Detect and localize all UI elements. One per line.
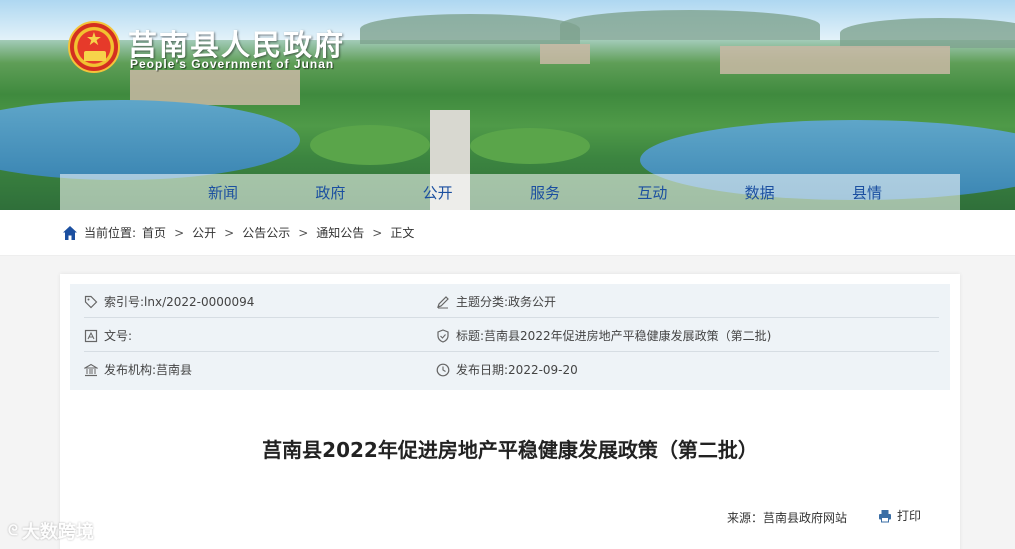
metadata-title: 标题: 莒南县2022年促进房地产平稳健康发展政策（第二批) xyxy=(436,327,771,344)
date-value: 2022-09-20 xyxy=(508,362,578,377)
nav-service[interactable]: 服务 xyxy=(530,182,560,203)
metadata-index: 索引号: lnx/2022-0000094 xyxy=(84,293,254,310)
nav-government[interactable]: 政府 xyxy=(315,182,345,203)
site-subtitle: People's Government of Junan xyxy=(130,57,335,71)
nav-news[interactable]: 新闻 xyxy=(208,182,238,203)
metadata-docno: 文号: xyxy=(84,327,132,344)
breadcrumb-public[interactable]: 公开 xyxy=(192,224,216,241)
date-label: 发布日期: xyxy=(456,363,509,377)
banner-buildings xyxy=(540,44,590,64)
shield-check-icon xyxy=(437,328,449,343)
metadata-table: 索引号: lnx/2022-0000094 主题分类: 政务公开 文号: 标题:… xyxy=(70,284,950,390)
nav-interaction[interactable]: 互动 xyxy=(637,182,667,203)
nav-data[interactable]: 数据 xyxy=(745,182,775,203)
breadcrumb-separator: > xyxy=(298,225,309,240)
index-label: 索引号: xyxy=(104,295,145,309)
index-value: lnx/2022-0000094 xyxy=(144,294,255,309)
watermark-logo-icon: ᘓ xyxy=(8,523,18,539)
metadata-topic: 主题分类: 政务公开 xyxy=(436,293,556,310)
banner-buildings xyxy=(720,46,950,74)
docno-label: 文号: xyxy=(104,329,133,343)
banner-mountain xyxy=(360,14,580,44)
title-value: 莒南县2022年促进房地产平稳健康发展政策（第二批) xyxy=(484,329,772,343)
main-nav: 新闻 政府 公开 服务 互动 数据 县情 xyxy=(60,174,960,210)
banner-island xyxy=(310,125,430,165)
banner-island xyxy=(470,128,590,164)
document-icon xyxy=(84,329,98,342)
clock-icon xyxy=(436,363,450,376)
banner-mountain xyxy=(840,18,1015,48)
article-card: 索引号: lnx/2022-0000094 主题分类: 政务公开 文号: 标题:… xyxy=(60,274,960,549)
pen-icon xyxy=(437,295,449,308)
title-label: 标题: xyxy=(456,329,485,343)
breadcrumb-current: 正文 xyxy=(390,226,415,240)
institution-icon xyxy=(84,363,98,376)
header-banner: ★ 莒南县人民政府 People's Government of Junan 新… xyxy=(0,0,1015,210)
nav-public[interactable]: 公开 xyxy=(423,182,453,203)
print-button[interactable]: 打印 xyxy=(878,507,921,524)
metadata-date: 发布日期: 2022-09-20 xyxy=(436,361,578,378)
banner-buildings xyxy=(130,70,300,105)
breadcrumb-separator: > xyxy=(372,225,383,240)
home-icon xyxy=(63,225,77,240)
banner-mountain xyxy=(560,10,820,40)
gate-icon xyxy=(84,51,106,61)
org-value: 莒南县 xyxy=(156,363,193,377)
nav-county-info[interactable]: 县情 xyxy=(852,182,882,203)
watermark-text: 大数跨境 xyxy=(21,522,94,543)
org-label: 发布机构: xyxy=(104,363,157,377)
metadata-row: 发布机构: 莒南县 发布日期: 2022-09-20 xyxy=(84,352,939,386)
breadcrumb-home[interactable]: 首页 xyxy=(142,224,166,241)
breadcrumb-notices[interactable]: 通知公告 xyxy=(316,224,364,241)
breadcrumb: 当前位置: 首页 > 公开 > 公告公示 > 通知公告 > 正文 xyxy=(62,224,414,241)
printer-icon xyxy=(879,509,891,522)
tag-icon xyxy=(84,295,98,308)
banner-river xyxy=(0,100,300,180)
print-label: 打印 xyxy=(897,509,922,523)
star-icon: ★ xyxy=(85,29,103,50)
watermark: ᘓ 大数跨境 xyxy=(8,518,94,544)
breadcrumb-announcements[interactable]: 公告公示 xyxy=(242,224,290,241)
article-title: 莒南县2022年促进房地产平稳健康发展政策（第二批） xyxy=(262,438,758,462)
article-source: 来源：莒南县政府网站 xyxy=(727,511,848,525)
topic-value: 政务公开 xyxy=(508,295,557,309)
breadcrumb-bar: 当前位置: 首页 > 公开 > 公告公示 > 通知公告 > 正文 xyxy=(0,210,1015,256)
breadcrumb-separator: > xyxy=(224,225,235,240)
metadata-row: 文号: 标题: 莒南县2022年促进房地产平稳健康发展政策（第二批) xyxy=(84,318,939,352)
metadata-org: 发布机构: 莒南县 xyxy=(84,361,192,378)
national-emblem-icon: ★ xyxy=(68,21,120,73)
breadcrumb-separator: > xyxy=(174,225,185,240)
metadata-row: 索引号: lnx/2022-0000094 主题分类: 政务公开 xyxy=(84,284,939,318)
topic-label: 主题分类: xyxy=(456,295,509,309)
breadcrumb-label: 当前位置: xyxy=(84,226,137,240)
